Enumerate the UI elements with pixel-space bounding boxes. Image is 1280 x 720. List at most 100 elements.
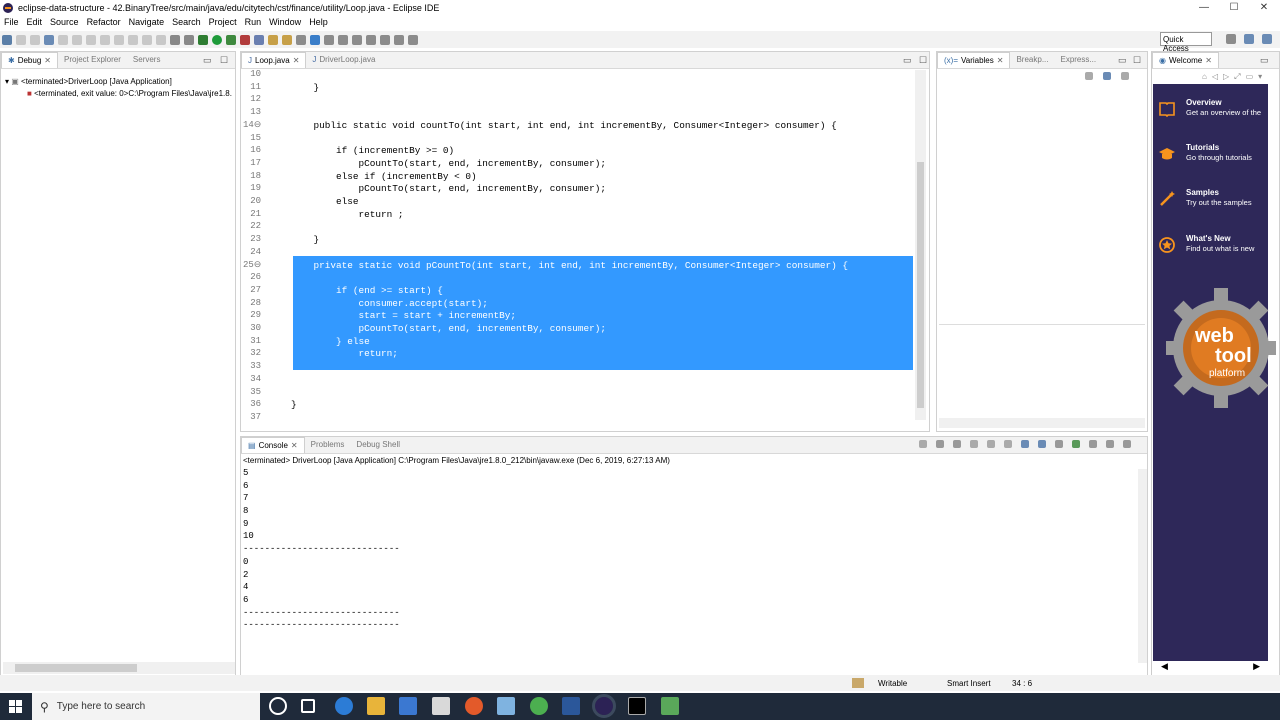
view-menu-icon[interactable]	[1121, 72, 1129, 80]
java-ee-perspective-icon[interactable]	[1244, 34, 1254, 44]
maximize-icon[interactable]: ☐	[220, 55, 228, 66]
media-icon[interactable]	[465, 697, 483, 715]
menu-source[interactable]: Source	[50, 17, 79, 27]
chrome-icon[interactable]	[530, 697, 548, 715]
tab-problems[interactable]: Problems	[305, 437, 351, 453]
minimize-icon[interactable]: ▭	[903, 55, 912, 66]
code-line[interactable]: 24	[243, 246, 917, 259]
minimize-button[interactable]: —	[1188, 0, 1220, 15]
terminate-icon[interactable]	[100, 34, 110, 45]
store-icon[interactable]	[399, 697, 417, 715]
menu-refactor[interactable]: Refactor	[87, 17, 121, 27]
display-console-icon[interactable]	[1089, 440, 1097, 448]
notes-icon[interactable]	[497, 697, 515, 715]
menu-edit[interactable]: Edit	[27, 17, 43, 27]
open-type-icon[interactable]	[282, 34, 292, 45]
clear-console-icon[interactable]	[970, 440, 978, 448]
new-java-project-icon[interactable]	[254, 34, 264, 45]
restore-icon[interactable]: ⤢	[1234, 72, 1240, 82]
skip-breakpoints-icon[interactable]	[58, 34, 68, 45]
drop-to-frame-icon[interactable]	[170, 34, 180, 45]
tab-project-explorer[interactable]: Project Explorer	[58, 52, 127, 68]
minimize-icon[interactable]: ▭	[1246, 72, 1254, 82]
minimize-icon[interactable]: ▭	[203, 55, 212, 66]
scroll-lock-icon[interactable]	[987, 440, 995, 448]
debug-icon[interactable]	[198, 34, 208, 45]
vertical-scrollbar[interactable]	[1138, 469, 1147, 663]
file-explorer-icon[interactable]	[367, 697, 385, 715]
run-icon[interactable]	[212, 34, 222, 45]
code-line[interactable]: 11 }	[243, 81, 917, 94]
horizontal-scrollbar[interactable]	[939, 418, 1145, 428]
step-over-icon[interactable]	[142, 34, 152, 45]
code-line[interactable]: 12	[243, 93, 917, 106]
scrollbar-thumb[interactable]	[15, 664, 137, 672]
use-step-filters-icon[interactable]	[184, 34, 194, 45]
app-icon[interactable]	[661, 697, 679, 715]
code-line[interactable]: 27 if (end >= start) {	[243, 284, 917, 297]
tab-variables[interactable]: (x)= Variables ✕	[937, 52, 1011, 68]
welcome-tutorials[interactable]: Tutorials Go through tutorials	[1153, 143, 1268, 183]
maximize-icon[interactable]: ☐	[919, 55, 927, 66]
menu-run[interactable]: Run	[245, 17, 262, 27]
code-line[interactable]: 31 } else	[243, 335, 917, 348]
menu-help[interactable]: Help	[309, 17, 328, 27]
close-icon[interactable]: ✕	[291, 441, 298, 450]
tab-breakpoints[interactable]: Breakp...	[1010, 52, 1054, 68]
code-line[interactable]: 26	[243, 271, 917, 284]
cmd-icon[interactable]	[628, 697, 646, 715]
code-line[interactable]: 23 }	[243, 233, 917, 246]
back-icon[interactable]: ◁	[1212, 72, 1218, 82]
welcome-samples[interactable]: Samples Try out the samples	[1153, 188, 1268, 228]
collapse-all-icon[interactable]	[1103, 72, 1111, 80]
toggle-mark-occurrences-icon[interactable]	[310, 34, 320, 45]
code-line[interactable]: 18 else if (incrementBy < 0)	[243, 170, 917, 183]
tree-item[interactable]: ▾ ▣ <terminated>DriverLoop [Java Applica…	[5, 76, 232, 88]
vertical-scrollbar[interactable]	[915, 70, 926, 420]
menu-file[interactable]: File	[4, 17, 19, 27]
show-type-names-icon[interactable]	[1085, 72, 1093, 80]
disconnect-icon[interactable]	[114, 34, 124, 45]
code-line[interactable]: 32 return;	[243, 347, 917, 360]
menu-project[interactable]: Project	[209, 17, 237, 27]
eclipse-taskbar-icon[interactable]	[592, 694, 616, 718]
welcome-whats-new[interactable]: What's New Find out what is new	[1153, 234, 1268, 274]
chevron-down-icon[interactable]: ▾	[1258, 72, 1262, 82]
tab-loop-java[interactable]: J Loop.java ✕	[241, 52, 307, 68]
minimize-icon[interactable]: ▭	[1260, 55, 1269, 66]
welcome-overview[interactable]: Overview Get an overview of the	[1153, 98, 1268, 138]
menu-navigate[interactable]: Navigate	[129, 17, 165, 27]
show-on-error-icon[interactable]	[1038, 440, 1046, 448]
java-perspective-icon[interactable]	[1262, 34, 1272, 44]
tab-debug-shell[interactable]: Debug Shell	[350, 437, 406, 453]
tab-servers[interactable]: Servers	[127, 52, 167, 68]
new-package-icon[interactable]	[268, 34, 278, 45]
windows-start-icon[interactable]	[9, 700, 22, 713]
close-icon[interactable]: ✕	[1205, 56, 1212, 65]
close-button[interactable]: ✕	[1248, 0, 1280, 15]
tab-expressions[interactable]: Express...	[1054, 52, 1102, 68]
step-return-icon[interactable]	[156, 34, 166, 45]
code-editor[interactable]: 10 11 } 12 13 14⊖ public static void countTo…	[243, 68, 917, 421]
next-annotation-icon[interactable]	[352, 34, 362, 45]
task-view-icon[interactable]	[301, 699, 315, 713]
save-icon[interactable]	[16, 34, 26, 45]
console-output[interactable]: <terminated> DriverLoop [Java Applicatio…	[243, 455, 1135, 665]
code-line[interactable]: 14⊖ public static void countTo(int start…	[243, 119, 917, 132]
open-console-icon[interactable]	[1072, 440, 1080, 448]
code-line[interactable]: 20 else	[243, 195, 917, 208]
pin-console-icon[interactable]	[1055, 440, 1063, 448]
word-wrap-icon[interactable]	[1004, 440, 1012, 448]
code-line[interactable]: 16 if (incrementBy >= 0)	[243, 144, 917, 157]
cortana-icon[interactable]	[269, 697, 287, 715]
code-line[interactable]: 17 pCountTo(start, end, incrementBy, con…	[243, 157, 917, 170]
code-line[interactable]: 15	[243, 132, 917, 145]
save-all-icon[interactable]	[30, 34, 40, 45]
code-line[interactable]: 37	[243, 411, 917, 421]
code-line[interactable]: 30 pCountTo(start, end, incrementBy, con…	[243, 322, 917, 335]
minimize-icon[interactable]	[1106, 440, 1114, 448]
new-icon[interactable]	[2, 34, 12, 45]
menu-window[interactable]: Window	[269, 17, 301, 27]
maximize-icon[interactable]: ☐	[1133, 55, 1141, 66]
menu-search[interactable]: Search	[172, 17, 201, 27]
